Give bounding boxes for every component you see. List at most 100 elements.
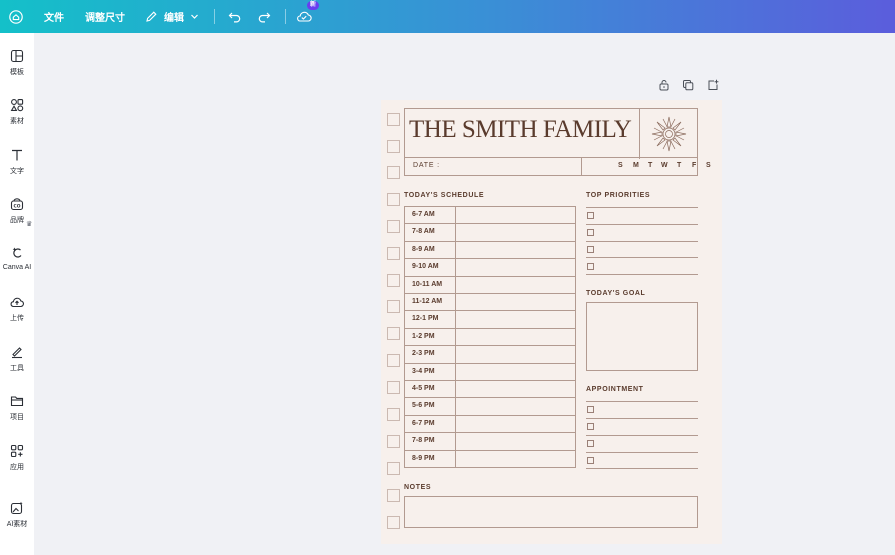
decor-checkbox xyxy=(387,381,400,394)
sidebar-item-apps[interactable]: 应用 xyxy=(0,444,34,472)
priority-line xyxy=(586,207,698,208)
priority-checkbox[interactable] xyxy=(587,229,594,236)
schedule-row[interactable]: 4-5 PM xyxy=(405,381,575,399)
decor-checkbox xyxy=(387,166,400,179)
schedule-time: 5-6 PM xyxy=(412,402,435,410)
goal-box[interactable] xyxy=(586,302,698,371)
edit-label: 编辑 xyxy=(164,13,184,24)
schedule-time: 10-11 AM xyxy=(412,280,443,288)
sidebar-item-tools[interactable]: 工具 xyxy=(0,345,34,373)
schedule-time: 2-3 PM xyxy=(412,350,435,358)
canva-ai-icon xyxy=(12,247,22,258)
schedule-time: 8-9 PM xyxy=(412,454,435,462)
weekday-wednesday[interactable]: W xyxy=(661,162,668,169)
appointment-checkbox[interactable] xyxy=(587,423,594,430)
decor-checkbox xyxy=(387,193,400,206)
schedule-row[interactable]: 7-8 AM xyxy=(405,224,575,242)
schedule-row[interactable]: 9-10 AM xyxy=(405,259,575,277)
schedule-row[interactable]: 7-8 PM xyxy=(405,433,575,451)
schedule-time: 4-5 PM xyxy=(412,385,435,392)
schedule-row[interactable]: 8-9 AM xyxy=(405,242,575,260)
sidebar-item-canva-ai[interactable]: Canva AI xyxy=(0,246,34,271)
tools-icon xyxy=(12,347,22,359)
priority-checkbox[interactable] xyxy=(587,263,594,270)
decor-checkbox xyxy=(387,327,400,340)
add-page-button[interactable] xyxy=(707,79,719,95)
priority-checkbox[interactable] xyxy=(587,212,594,219)
priority-line xyxy=(586,274,698,275)
toolbar-divider xyxy=(214,9,215,24)
schedule-row[interactable]: 1-2 PM xyxy=(405,329,575,347)
decor-checkbox xyxy=(387,274,400,287)
sidebar-item-projects[interactable]: 项目 xyxy=(0,394,34,422)
weekday-monday[interactable]: M xyxy=(633,162,639,169)
sun-icon xyxy=(651,116,687,152)
top-toolbar: 文件 调整尺寸 编辑 新 xyxy=(0,0,895,33)
priority-checkbox[interactable] xyxy=(587,246,594,253)
appointment-line xyxy=(586,435,698,436)
add-page-icon xyxy=(708,79,719,90)
schedule-table[interactable]: 6-7 AM 7-8 AM 8-9 AM 9-10 AM 10-11 AM 11… xyxy=(404,206,576,468)
appointment-line xyxy=(586,401,698,402)
date-row[interactable]: DATE : S M T W T F S xyxy=(404,158,711,176)
weekday-saturday[interactable]: S xyxy=(706,162,711,169)
redo-button[interactable] xyxy=(257,0,271,33)
schedule-row[interactable]: 6-7 AM xyxy=(405,207,575,225)
schedule-row[interactable]: 2-3 PM xyxy=(405,346,575,364)
schedule-time: 7-8 AM xyxy=(412,228,435,236)
lock-page-button[interactable] xyxy=(658,79,670,95)
decor-checkbox xyxy=(387,516,400,529)
sidebar-item-label: AI素材 xyxy=(6,521,28,528)
sidebar-item-upload[interactable]: 上传 xyxy=(0,295,34,323)
edit-menu[interactable]: 编辑 xyxy=(145,0,199,33)
appointment-checkbox[interactable] xyxy=(587,440,594,447)
decor-checkbox xyxy=(387,354,400,367)
sidebar-item-elements[interactable]: 素材 xyxy=(0,98,34,126)
decor-checkbox xyxy=(387,462,400,475)
weekday-tuesday[interactable]: T xyxy=(648,162,652,169)
decor-checkbox xyxy=(387,435,400,448)
design-page[interactable]: THE SMITH FAMILY DATE: S M T W T F S TO… xyxy=(381,100,722,544)
apps-icon xyxy=(10,444,24,458)
sidebar-item-text[interactable]: 文字 xyxy=(0,148,34,176)
home-icon xyxy=(9,9,23,24)
appointment-checkbox[interactable] xyxy=(587,457,594,464)
new-badge: 新 xyxy=(307,1,320,10)
sidebar-item-label: Canva AI xyxy=(2,264,32,271)
weekday-friday[interactable]: F xyxy=(692,162,696,169)
brand-icon: CO xyxy=(10,198,24,211)
schedule-row[interactable]: 8-9 PM xyxy=(405,451,575,468)
schedule-time: 12-1 PM xyxy=(412,315,439,323)
schedule-row[interactable]: 6-7 PM xyxy=(405,416,575,434)
schedule-row[interactable]: 12-1 PM xyxy=(405,311,575,329)
undo-button[interactable] xyxy=(228,0,242,33)
appointment-checkbox[interactable] xyxy=(587,406,594,413)
file-menu[interactable]: 文件 xyxy=(44,0,64,33)
sidebar-item-ai-elements[interactable]: AI素材 xyxy=(0,501,34,529)
sidebar-item-label: 应用 xyxy=(10,464,24,471)
decor-checkbox xyxy=(387,300,400,313)
sidebar-item-label: 项目 xyxy=(10,414,24,421)
decor-checkbox xyxy=(387,113,400,126)
home-button[interactable] xyxy=(9,0,23,33)
schedule-row[interactable]: 10-11 AM xyxy=(405,277,575,294)
crown-icon: ♛ xyxy=(26,221,33,228)
left-sidebar: 模板 素材 文字 CO 品牌 ♛ Canva AI 上传 工具 项目 应用 AI… xyxy=(0,33,34,555)
schedule-row[interactable]: 3-4 PM xyxy=(405,364,575,381)
schedule-time: 11-12 AM xyxy=(412,298,443,305)
schedule-time: 8-9 AM xyxy=(412,245,435,253)
title-box[interactable]: THE SMITH FAMILY xyxy=(404,108,698,159)
schedule-time: 6-7 PM xyxy=(412,419,435,427)
weekday-sunday[interactable]: S xyxy=(618,162,623,169)
schedule-row[interactable]: 11-12 AM xyxy=(405,294,575,312)
schedule-time: 3-4 PM xyxy=(412,367,435,375)
appointment-line xyxy=(586,418,698,419)
resize-menu[interactable]: 调整尺寸 xyxy=(85,0,125,33)
priorities-heading: TOP PRIORITIES xyxy=(586,192,651,199)
notes-box[interactable] xyxy=(404,496,698,528)
weekday-thursday[interactable]: T xyxy=(677,162,681,169)
duplicate-page-button[interactable] xyxy=(682,79,694,95)
sidebar-item-templates[interactable]: 模板 xyxy=(0,49,34,77)
schedule-row[interactable]: 5-6 PM xyxy=(405,398,575,416)
page-title[interactable]: THE SMITH FAMILY xyxy=(409,116,632,144)
